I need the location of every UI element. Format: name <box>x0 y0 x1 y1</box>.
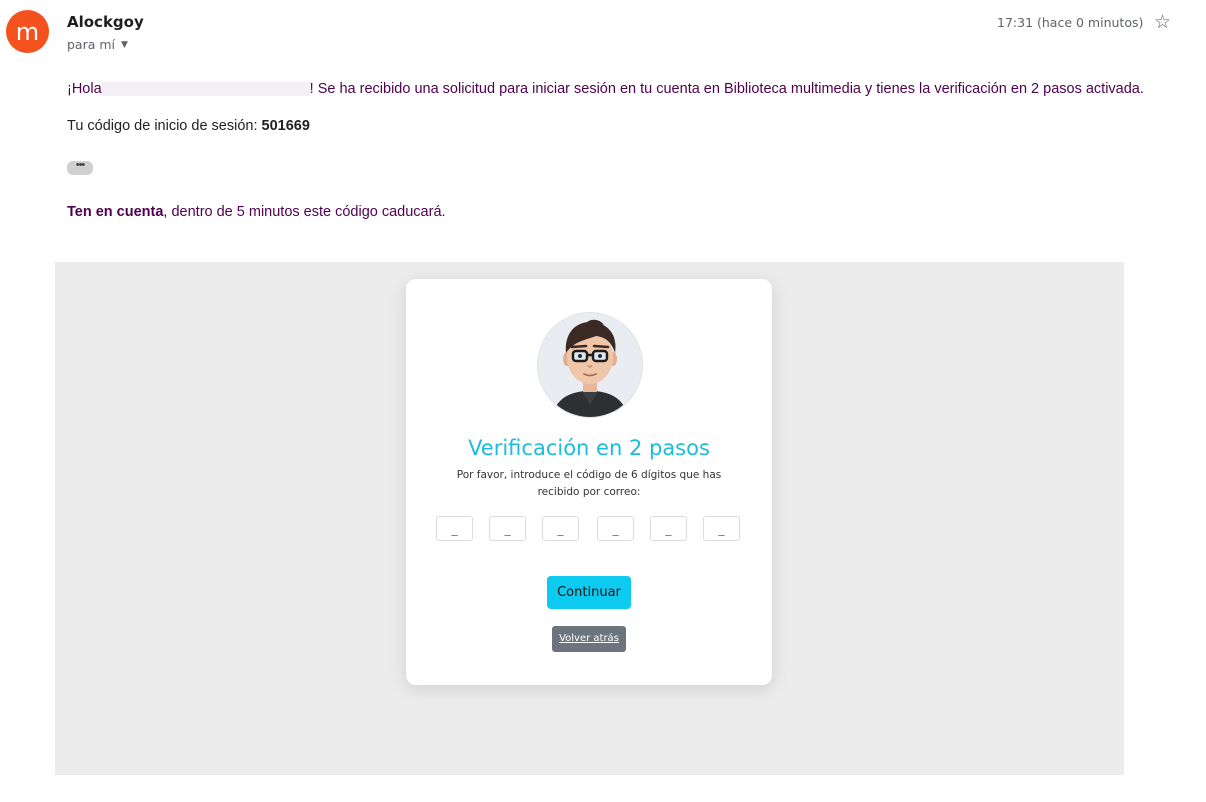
user-avatar-icon <box>537 312 643 418</box>
recipient-details-toggle[interactable]: para mí ▼ <box>67 37 128 52</box>
digit-input-4[interactable] <box>597 516 634 541</box>
show-trimmed-content-button[interactable]: ••• <box>67 160 93 175</box>
code-digit-inputs <box>436 516 742 543</box>
continue-button[interactable]: Continuar <box>547 576 631 609</box>
note-rest: , dentro de 5 minutos este código caduca… <box>163 204 446 220</box>
digit-input-3[interactable] <box>542 516 579 541</box>
code-line: Tu código de inicio de sesión: 501669 <box>67 118 310 134</box>
caret-down-icon: ▼ <box>121 39 128 50</box>
expiry-note: Ten en cuenta, dentro de 5 minutos este … <box>67 204 446 220</box>
recipient-label: para mí <box>67 37 116 52</box>
code-label: Tu código de inicio de sesión: <box>67 118 262 134</box>
greeting-suffix: ! Se ha recibido una solicitud para inic… <box>309 81 1144 97</box>
redacted-name <box>101 82 310 97</box>
digit-input-2[interactable] <box>489 516 526 541</box>
timestamp: 17:31 (hace 0 minutos) <box>997 15 1144 30</box>
back-link-button[interactable]: Volver atrás <box>552 626 626 652</box>
note-bold: Ten en cuenta <box>67 204 164 220</box>
digit-input-5[interactable] <box>650 516 687 541</box>
verification-card: Verificación en 2 pasos Por favor, intro… <box>406 279 772 685</box>
star-icon[interactable]: ☆ <box>1154 11 1171 34</box>
card-title: Verificación en 2 pasos <box>468 436 710 460</box>
digit-input-6[interactable] <box>703 516 740 541</box>
digit-input-1[interactable] <box>436 516 473 541</box>
greeting-prefix: ¡Hola <box>67 81 102 97</box>
card-description: Por favor, introduce el código de 6 dígi… <box>456 469 722 498</box>
greeting-line: ¡Hola ! Se ha recibido una solicitud para… <box>67 81 1144 97</box>
sender-avatar[interactable]: m <box>6 10 49 53</box>
sender-name[interactable]: Alockgoy <box>67 13 144 31</box>
login-code: 501669 <box>261 118 310 134</box>
